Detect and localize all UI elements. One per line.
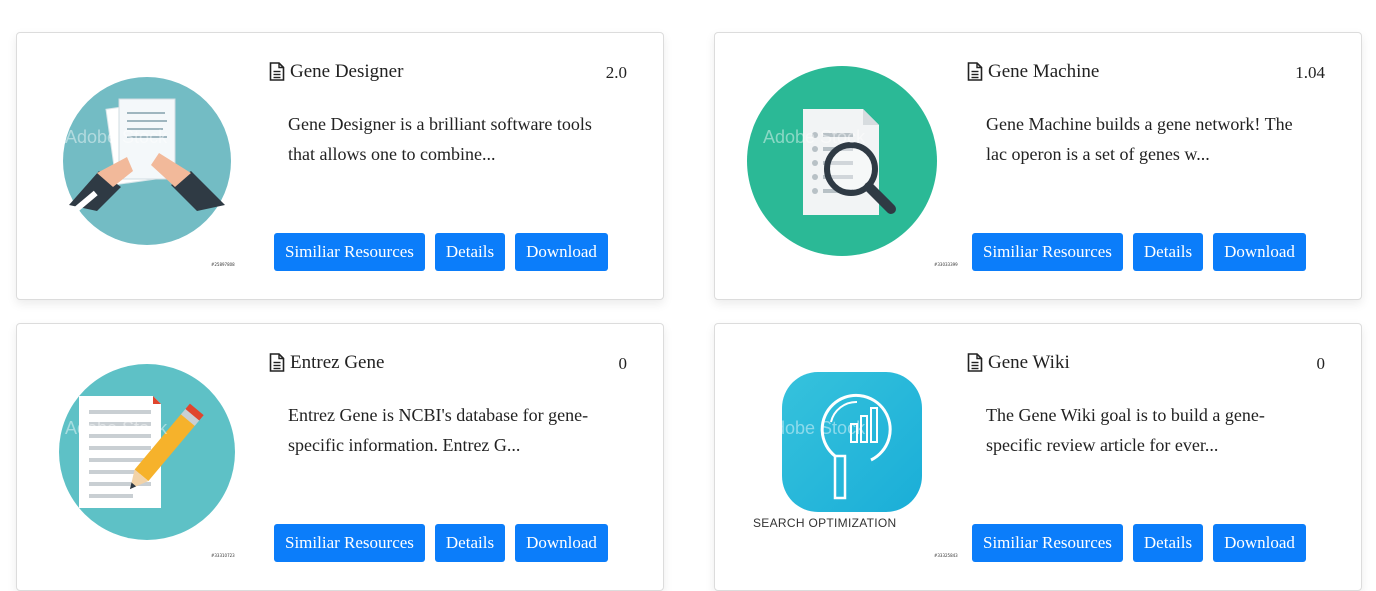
resource-card: Adobe Stock SEARCH OPTIMIZATION #3332584… [714, 323, 1362, 591]
card-description: Gene Designer is a brilliant software to… [288, 114, 592, 164]
similar-resources-button[interactable]: Similiar Resources [274, 233, 425, 271]
watermark: Adobe Stock [763, 418, 866, 438]
card-title[interactable]: Gene Designer [290, 61, 403, 83]
similar-resources-button[interactable]: Similiar Resources [274, 524, 425, 562]
stock-id: #25897808 [211, 262, 235, 267]
resource-card: Adobe Stock #33033399 Gene Machine 1.04 … [714, 32, 1362, 300]
similar-resources-button[interactable]: Similiar Resources [972, 233, 1123, 271]
card-actions: Similiar Resources Details Download [972, 524, 1306, 562]
version-label: 0 [618, 354, 628, 373]
details-button[interactable]: Details [434, 524, 506, 562]
card-description: The Gene Wiki goal is to build a gene-sp… [986, 405, 1265, 455]
document-pencil-icon [59, 364, 235, 540]
details-button[interactable]: Details [1132, 233, 1204, 271]
file-icon [967, 62, 983, 81]
resource-thumbnail: Adobe Stock #33310723 [41, 338, 241, 568]
card-header: Entrez Gene 0 [269, 352, 627, 378]
watermark: Adobe Stock [65, 127, 168, 147]
version-label: 2.0 [605, 63, 627, 82]
search-optimization-icon [782, 372, 922, 512]
card-header: Gene Wiki 0 [967, 352, 1325, 378]
resource-thumbnail: Adobe Stock SEARCH OPTIMIZATION #3332584… [739, 338, 958, 568]
documents-hands-icon [63, 77, 231, 245]
card-description: Entrez Gene is NCBI's database for gene-… [288, 405, 589, 455]
details-button[interactable]: Details [434, 233, 506, 271]
similar-resources-button[interactable]: Similiar Resources [972, 524, 1123, 562]
resource-thumbnail: Adobe Stock #25897808 [41, 47, 241, 277]
file-icon [967, 353, 983, 372]
details-button[interactable]: Details [1132, 524, 1204, 562]
card-title[interactable]: Entrez Gene [290, 352, 384, 374]
version-label: 1.04 [1295, 63, 1325, 82]
stock-id: #33310723 [211, 553, 235, 558]
card-title[interactable]: Gene Machine [988, 61, 1099, 83]
version-label: 0 [1316, 354, 1326, 373]
download-button[interactable]: Download [1213, 233, 1306, 271]
stock-id: #33033399 [934, 262, 958, 267]
resource-card: Adobe Stock #25897808 Gene Designer 2.0 … [16, 32, 664, 300]
card-title[interactable]: Gene Wiki [988, 352, 1070, 374]
card-actions: Similiar Resources Details Download [274, 524, 608, 562]
image-caption: SEARCH OPTIMIZATION [753, 516, 897, 530]
download-button[interactable]: Download [515, 524, 608, 562]
card-description: Gene Machine builds a gene network! The … [986, 114, 1293, 164]
download-button[interactable]: Download [515, 233, 608, 271]
watermark: Adobe Stock [65, 418, 168, 438]
stock-id: #33325843 [934, 553, 958, 558]
card-actions: Similiar Resources Details Download [274, 233, 608, 271]
resource-card: Adobe Stock #33310723 Entrez Gene 0 Entr… [16, 323, 664, 591]
resource-thumbnail: Adobe Stock #33033399 [739, 47, 958, 277]
card-actions: Similiar Resources Details Download [972, 233, 1306, 271]
watermark: Adobe Stock [763, 127, 866, 147]
card-header: Gene Designer 2.0 [269, 61, 627, 87]
file-icon [269, 62, 285, 81]
document-magnifier-icon [747, 66, 937, 256]
download-button[interactable]: Download [1213, 524, 1306, 562]
card-header: Gene Machine 1.04 [967, 61, 1325, 87]
file-icon [269, 353, 285, 372]
